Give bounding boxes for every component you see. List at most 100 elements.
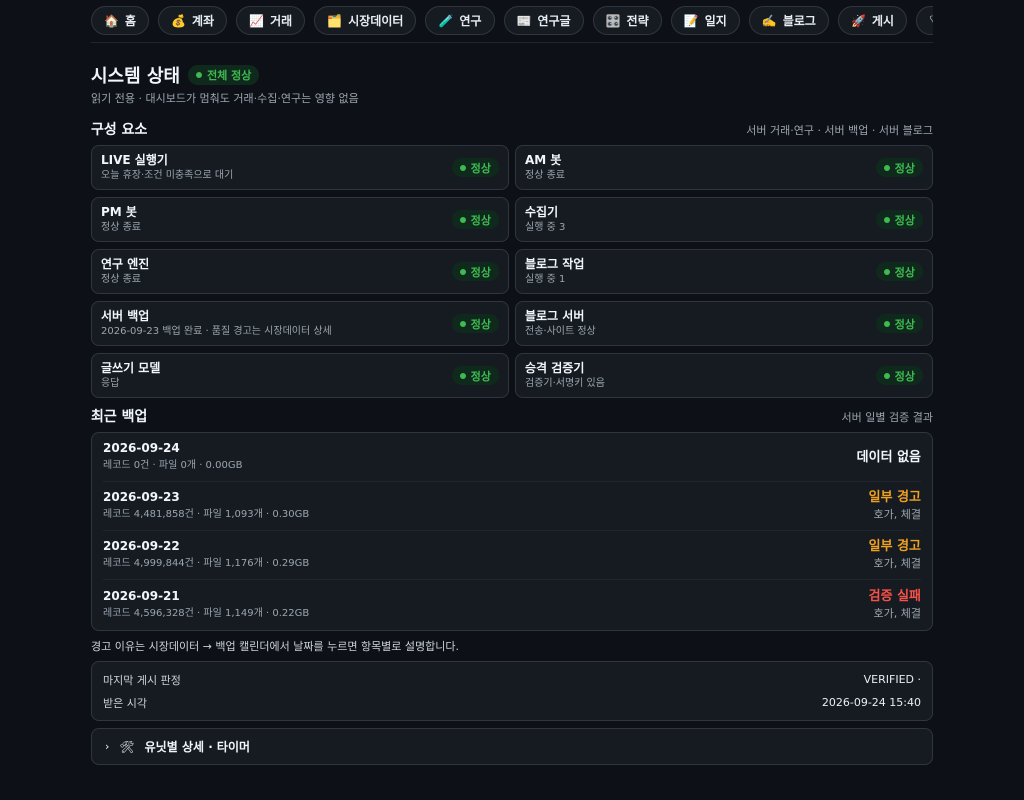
component-card: 수집기실행 중 3 정상 <box>515 197 933 242</box>
nav-item-8[interactable]: ✍️ 블로그 <box>748 6 829 35</box>
nav-item-label: 게시 <box>871 14 895 28</box>
backup-row: 2026-09-23 레코드 4,481,858건 · 파일 1,093개 · 0… <box>103 482 921 531</box>
nav-item-label: 연구 <box>459 14 482 28</box>
component-text: 연구 엔진 정상 종료 <box>101 257 149 287</box>
title-row: 시스템 상태 전체 정상 <box>91 62 260 88</box>
components-header: 구성 요소 서버 거래·연구 · 서버 백업 · 서버 블로그 <box>91 119 933 139</box>
component-text: AM 봇 정상 종료 <box>525 153 565 183</box>
component-name: 글쓰기 모델 <box>101 360 161 375</box>
nav-item-label: 일지 <box>704 14 727 28</box>
verdict-value: VERIFIED · <box>863 673 921 686</box>
nav-item-1[interactable]: 💰 계좌 <box>158 6 228 35</box>
component-card: 블로그 작업실행 중 1 정상 <box>515 249 933 294</box>
backup-meta: 레코드 4,596,328건 · 파일 1,149개 · 0.22GB <box>103 607 310 619</box>
page-subtitle: 읽기 전용 · 대시보드가 멈춰도 거래·수집·연구는 영향 없음 <box>91 92 359 105</box>
component-desc: 정상 종료 <box>101 273 141 285</box>
backup-row: 2026-09-21 레코드 4,596,328건 · 파일 1,149개 · 0… <box>103 580 921 629</box>
backup-status: 일부 경고 <box>868 539 921 554</box>
component-text: 블로그 작업실행 중 1 <box>525 257 584 287</box>
backups-note: 서버 일별 검증 결과 <box>841 411 933 424</box>
backups-header: 최근 백업 서버 일별 검증 결과 <box>91 406 933 426</box>
nav-item-4[interactable]: 🧪 연구 <box>425 6 495 35</box>
top-nav: 🏠홈 💰 계좌 📈거래 🗂️시장데이터 🧪 연구 📰 연구글 🎛️전략 📝일지 ✍️블로그 🚀게시 🩺시스… <box>91 6 933 36</box>
received-time-label: 받은 시각 <box>103 696 147 710</box>
component-status-badge: 정상 <box>451 262 499 281</box>
newspaper-icon: 📰 <box>516 13 532 28</box>
backup-status: 일부 경고 <box>868 490 921 505</box>
status-dot-icon <box>883 320 890 327</box>
backup-row: 2026-09-22 레코드 4,999,844건 · 파일 1,176개 · 0… <box>103 531 921 580</box>
overall-status-badge: 전체 정상 <box>188 65 260 85</box>
component-desc: 응답 <box>101 377 120 389</box>
nav-item-label: 계좌 <box>192 14 215 28</box>
unit-details-label: 유닛별 상세 · 타이머 <box>144 740 251 754</box>
component-text: 글쓰기 모델응답 <box>101 361 160 391</box>
component-text: 승격 검증기 검증기·서명키 있음 <box>525 361 605 391</box>
component-status-badge: 정상 <box>875 262 923 281</box>
nav-item-10[interactable]: 🩺시스템 <box>916 6 933 35</box>
component-name: 블로그 작업 <box>525 256 585 271</box>
backup-row: 2026-09-24 레코드 0건 · 파일 0개 · 0.00GB 데이터 없음 <box>103 433 921 482</box>
component-status-badge: 정상 <box>451 210 499 229</box>
component-status-badge: 정상 <box>875 158 923 177</box>
component-desc: 전송·사이트 정상 <box>525 325 596 337</box>
status-dot-icon <box>883 268 890 275</box>
control-knobs-icon: 🎛️ <box>605 13 621 28</box>
component-status-badge: 정상 <box>875 366 923 385</box>
backup-detail: 호가, 체결 <box>873 557 921 570</box>
backup-meta: 레코드 4,481,858건 · 파일 1,093개 · 0.30GB <box>103 509 310 520</box>
component-card: 블로그 서버전송·사이트 정상 정상 <box>515 301 933 346</box>
component-status-text: 정상 <box>894 317 915 331</box>
folder-icon: 🗂️ <box>327 13 343 28</box>
component-text: 블로그 서버전송·사이트 정상 <box>525 309 596 339</box>
status-dot-icon <box>459 268 466 275</box>
verdict-label: 마지막 게시 판정 <box>103 673 181 687</box>
component-status-text: 정상 <box>470 317 491 331</box>
component-status-text: 정상 <box>894 213 915 227</box>
component-status-text: 정상 <box>470 265 491 279</box>
nav-item-2[interactable]: 📈 거래 <box>236 6 306 35</box>
status-dot-icon <box>883 372 890 379</box>
component-name: 블로그 서버 <box>525 308 585 323</box>
status-dot-icon <box>883 164 890 171</box>
nav-item-6[interactable]: 🎛️ 전략 <box>592 6 662 35</box>
nav-item-label: 연구글 <box>537 14 571 28</box>
backups-title: 최근 백업 <box>91 409 148 425</box>
nav-item-label: 거래 <box>270 14 293 28</box>
money-bag-icon: 💰 <box>171 13 186 28</box>
backup-left: 2026-09-22 레코드 4,999,844건 · 파일 1,176개 · 0… <box>103 538 309 572</box>
nav-item-3[interactable]: 🗂️ 시장데이터 <box>314 6 417 35</box>
backup-hint: 경고 이유는 시장데이터 → 백업 캘린더에서 날짜를 누르면 항목별로 설명합… <box>91 640 460 653</box>
component-card: 서버 백업 2026-09-23 백업 완료 · 품질 경고는 시장데이터 상세 정… <box>91 301 509 346</box>
nav-item-9[interactable]: 🚀 게시 <box>837 6 908 35</box>
test-tube-icon: 🧪 <box>438 13 454 28</box>
backup-date: 2026-09-23 <box>103 490 180 504</box>
received-time-row: 받은 시각 2026-09-24 15:40 <box>103 691 921 714</box>
component-text: PM 봇 정상 종료 <box>101 205 141 235</box>
backup-meta: 레코드 4,999,844건 · 파일 1,176개 · 0.29GB <box>103 558 310 569</box>
component-desc: 오늘 휴장·조건 미충족으로 대기 <box>101 169 234 181</box>
components-grid: LIVE 실행기 오늘 휴장·조건 미충족으로 대기 정상 AM 봇 정상 종료 정상 PM… <box>91 145 933 398</box>
backup-date: 2026-09-24 <box>103 441 180 455</box>
backup-right: 검증 실패 호가, 체결 <box>869 588 921 622</box>
status-dot-icon <box>883 216 890 223</box>
component-desc: 실행 중 3 <box>525 221 566 233</box>
status-dot-icon <box>459 164 466 171</box>
backup-detail: 호가, 체결 <box>873 508 921 521</box>
backup-right: 일부 경고호가, 체결 <box>869 489 921 523</box>
nav-item-label: 홈 <box>125 14 137 28</box>
component-name: 수집기 <box>525 204 559 219</box>
backup-status: 검증 실패 <box>868 588 921 604</box>
unit-details-toggle[interactable]: › 🛠 유닛별 상세 · 타이머 <box>91 728 933 765</box>
component-name: LIVE 실행기 <box>101 152 168 167</box>
page-title: 시스템 상태 <box>91 66 181 87</box>
component-status-badge: 정상 <box>451 366 499 385</box>
component-desc: 실행 중 1 <box>525 273 566 285</box>
nav-item-5[interactable]: 📰 연구글 <box>503 6 584 35</box>
component-desc: 검증기·서명키 있음 <box>525 377 605 389</box>
backup-left: 2026-09-24 레코드 0건 · 파일 0개 · 0.00GB <box>103 440 242 474</box>
tools-icon: 🛠 <box>119 739 135 754</box>
nav-item-7[interactable]: 📝 일지 <box>670 6 740 35</box>
nav-item-0[interactable]: 🏠 홈 <box>91 6 150 35</box>
component-name: PM 봇 <box>101 204 137 219</box>
